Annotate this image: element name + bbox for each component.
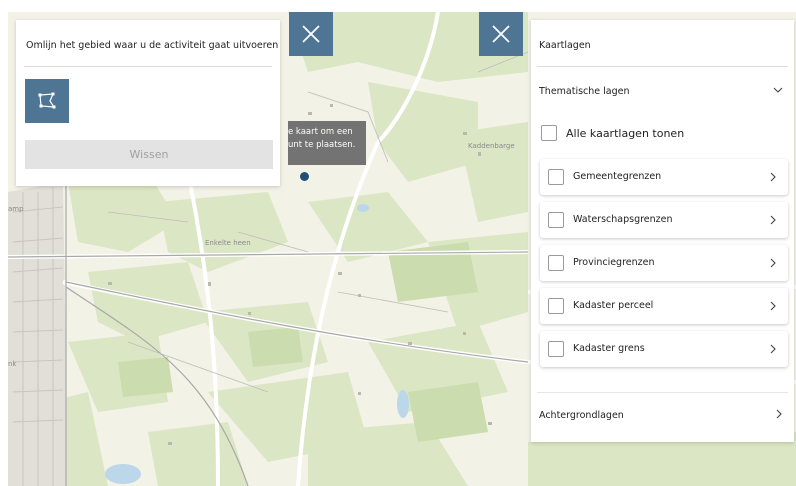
map-town-label: nk (8, 360, 17, 368)
divider (537, 66, 788, 67)
map-place-label: Enkelte heen (205, 239, 251, 247)
checkbox[interactable] (548, 212, 564, 228)
close-layers-button[interactable] (479, 12, 523, 56)
divider (24, 66, 272, 67)
chevron-down-icon (773, 87, 783, 93)
thematic-layers-toggle[interactable]: Thematische lagen (539, 84, 788, 102)
layer-item-provinciegrenzen[interactable]: Provinciegrenzen (540, 245, 788, 281)
checkbox[interactable] (548, 255, 564, 271)
chevron-right-icon (776, 409, 782, 419)
map-town-label: amp (8, 205, 24, 213)
layers-panel: Kaartlagen Thematische lagen Alle kaartl… (531, 20, 794, 442)
close-icon (302, 25, 320, 43)
tooltip-line: unt te plaatsen. (288, 140, 356, 150)
map-tooltip: e kaart om een unt te plaatsen. (288, 121, 366, 165)
thematic-layers-label: Thematische lagen (539, 86, 630, 97)
draw-panel: Omlijn het gebied waar u de activiteit g… (16, 20, 280, 186)
clear-button[interactable]: Wissen (25, 140, 273, 169)
layer-label: Kadaster perceel (573, 300, 654, 311)
location-pin-icon[interactable] (300, 172, 309, 181)
layer-label: Kadaster grens (573, 343, 645, 354)
layer-item-gemeentegrenzen[interactable]: Gemeentegrenzen (540, 159, 788, 195)
checkbox[interactable] (548, 341, 564, 357)
close-icon (492, 25, 510, 43)
layers-panel-title: Kaartlagen (539, 40, 591, 51)
chevron-right-icon (770, 301, 776, 311)
checkbox[interactable] (548, 298, 564, 314)
polygon-draw-icon (38, 92, 56, 109)
tooltip-line: e kaart om een (288, 127, 353, 137)
layer-label: Waterschapsgrenzen (573, 214, 673, 225)
layer-label: Gemeentegrenzen (573, 171, 662, 182)
chevron-right-icon (770, 344, 776, 354)
layer-item-kadaster-perceel[interactable]: Kadaster perceel (540, 288, 788, 324)
map-place-label: Kaddenbarge (468, 142, 515, 150)
divider (537, 392, 788, 393)
close-draw-button[interactable] (289, 12, 333, 56)
chevron-right-icon (770, 172, 776, 182)
layer-label: Provinciegrenzen (573, 257, 655, 268)
background-layers-toggle[interactable]: Achtergrondlagen (539, 408, 788, 426)
checkbox[interactable] (541, 125, 557, 141)
background-layers-label: Achtergrondlagen (539, 410, 624, 421)
checkbox[interactable] (548, 169, 564, 185)
chevron-right-icon (770, 215, 776, 225)
layer-item-kadaster-grens[interactable]: Kadaster grens (540, 331, 788, 367)
chevron-right-icon (770, 258, 776, 268)
show-all-layers-checkbox[interactable]: Alle kaartlagen tonen (541, 124, 741, 144)
layer-item-waterschapsgrenzen[interactable]: Waterschapsgrenzen (540, 202, 788, 238)
show-all-layers-label: Alle kaartlagen tonen (566, 127, 685, 140)
draw-instruction: Omlijn het gebied waar u de activiteit g… (26, 40, 279, 51)
polygon-draw-button[interactable] (25, 79, 69, 123)
